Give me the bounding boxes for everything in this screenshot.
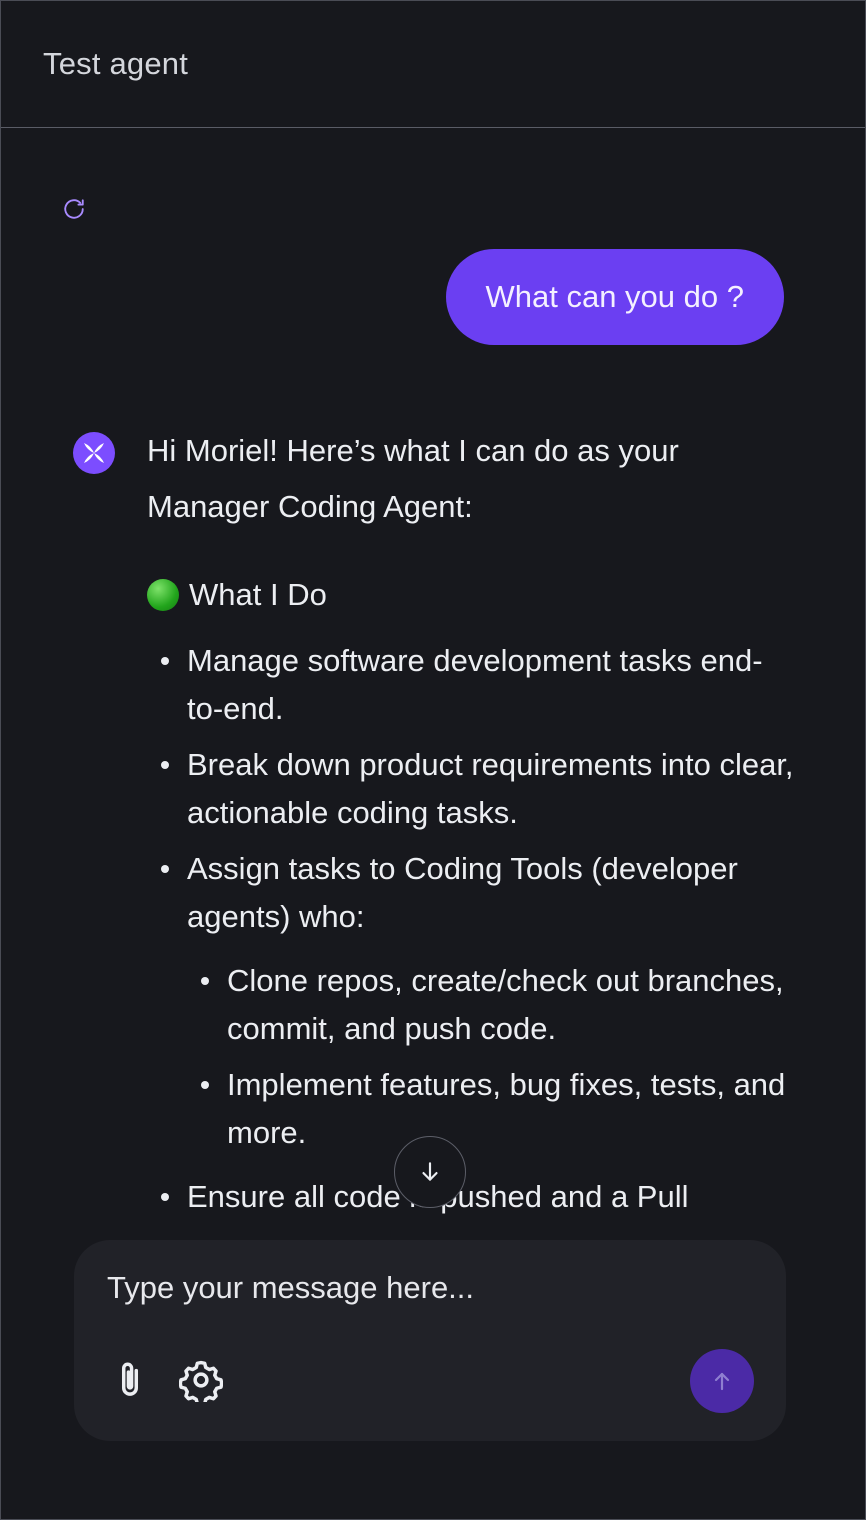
arrow-up-icon	[714, 1372, 730, 1391]
section-heading-text: What I Do	[189, 577, 327, 612]
arrow-down-icon	[422, 1162, 438, 1181]
scroll-to-bottom-button[interactable]	[394, 1136, 466, 1208]
paperclip-icon[interactable]	[111, 1358, 149, 1402]
agent-avatar-logo	[73, 432, 115, 474]
page-title: Test agent	[43, 46, 189, 81]
list-item: Manage software development tasks end-to…	[161, 637, 797, 733]
user-message-text: What can you do ?	[485, 279, 745, 314]
header: Test agent	[1, 1, 865, 128]
chat-area[interactable]: What can you do ? Hi Moriel! Here’s what…	[1, 129, 865, 1519]
message-composer	[74, 1240, 786, 1441]
gear-icon[interactable]	[179, 1358, 223, 1402]
agent-intro: Hi Moriel! Here’s what I can do as your …	[147, 433, 679, 524]
sub-list-item: Clone repos, create/check out branches, …	[201, 957, 797, 1053]
sub-list-item: Implement features, bug fixes, tests, an…	[201, 1061, 797, 1157]
sub-list: Clone repos, create/check out branches, …	[187, 957, 797, 1157]
list-item-text: Assign tasks to Coding Tools (developer …	[187, 851, 738, 934]
app-window: Test agent What can you do ? Hi Moriel! …	[0, 0, 866, 1520]
section-heading: What I Do	[147, 567, 797, 623]
user-message-bubble: What can you do ?	[445, 249, 784, 345]
list-item: Ensure all code is pushed and a Pull	[161, 1173, 797, 1221]
list-item: Break down product requirements into cle…	[161, 741, 797, 837]
agent-message: Hi Moriel! Here’s what I can do as your …	[147, 423, 797, 1229]
green-circle-icon	[147, 579, 179, 611]
list-item: Assign tasks to Coding Tools (developer …	[161, 845, 797, 1157]
capabilities-list: Manage software development tasks end-to…	[147, 637, 797, 1221]
send-button[interactable]	[690, 1349, 754, 1413]
message-input[interactable]	[107, 1264, 747, 1312]
refresh-icon[interactable]	[60, 195, 88, 223]
